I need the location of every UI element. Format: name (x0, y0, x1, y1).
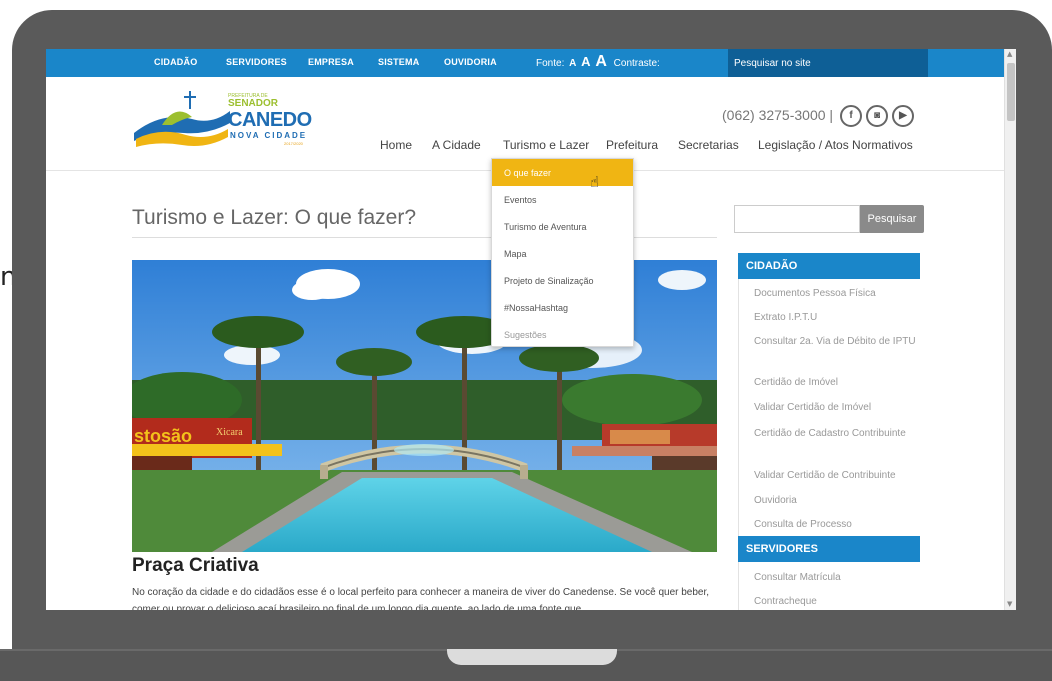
sidebar-item-validar-imovel[interactable]: Validar Certidão de Imóvel (754, 400, 920, 416)
topnav-sistema[interactable]: SISTEMA (378, 57, 419, 67)
dropdown-item-turismo-aventura[interactable]: Turismo de Aventura (492, 213, 633, 240)
section-title: Praça Criativa (132, 555, 259, 576)
sidebar-item-contracheque[interactable]: Contracheque (754, 594, 920, 610)
turismo-dropdown-menu: O que fazer Eventos Turismo de Aventura … (491, 158, 634, 347)
topnav-ouvidoria[interactable]: OUVIDORIA (444, 57, 497, 67)
font-size-controls: Fonte: A A A Contraste: (536, 53, 660, 71)
logo-nova-cidade-text: NOVA CIDADE (230, 131, 308, 140)
dropdown-item-sugestoes[interactable]: Sugestões (492, 321, 633, 348)
dropdown-item-eventos[interactable]: Eventos (492, 186, 633, 213)
sidebar-item-validar-contribuinte[interactable]: Validar Certidão de Contribuinte (754, 468, 920, 484)
dropdown-item-mapa[interactable]: Mapa (492, 240, 633, 267)
stage: n CIDADÃO SERVIDORES EMPRESA SISTEMA OUV… (0, 0, 1052, 681)
dropdown-item-projeto-sinalizacao[interactable]: Projeto de Sinalização (492, 267, 633, 294)
page-scrollbar[interactable]: ▲ ▼ (1004, 49, 1016, 610)
scroll-thumb[interactable] (1007, 63, 1015, 121)
topnav-empresa[interactable]: EMPRESA (308, 57, 354, 67)
sidebar-item-certidao-cadastro[interactable]: Certidão de Cadastro Contribuinte (754, 426, 920, 442)
section-paragraph: No coração da cidade e do cidadãos esse … (132, 587, 710, 610)
topnav-cidadao[interactable]: CIDADÃO (154, 57, 197, 67)
dropdown-item-o-que-fazer[interactable]: O que fazer (492, 159, 633, 186)
site-logo[interactable]: PREFEITURA DE SENADOR CANEDO NOVA CIDADE… (132, 89, 322, 161)
facebook-icon[interactable]: f (840, 105, 862, 127)
font-label: Fonte: (536, 58, 565, 69)
instagram-icon[interactable]: ◙ (866, 105, 888, 127)
nav-prefeitura[interactable]: Prefeitura (606, 138, 658, 152)
nav-a-cidade[interactable]: A Cidade (432, 138, 481, 152)
sidebar-search-button[interactable]: Pesquisar (860, 205, 924, 233)
youtube-icon[interactable]: ▶ (892, 105, 914, 127)
sidebar-heading-servidores[interactable]: SERVIDORES (738, 536, 920, 562)
font-large-button[interactable]: A (595, 53, 607, 70)
font-medium-button[interactable]: A (581, 54, 590, 69)
sidebar-item-2a-via-iptu[interactable]: Consultar 2a. Via de Débito de IPTU (754, 334, 920, 350)
nav-secretarias[interactable]: Secretarias (678, 138, 739, 152)
sidebar-heading-cidadao[interactable]: CIDADÃO (738, 253, 920, 279)
topnav-servidores[interactable]: SERVIDORES (226, 57, 287, 67)
nav-home[interactable]: Home (380, 138, 412, 152)
hand-pointer-icon: ☝ (590, 173, 600, 191)
browser-screen: CIDADÃO SERVIDORES EMPRESA SISTEMA OUVID… (46, 49, 1016, 610)
sidebar-item-ouvidoria[interactable]: Ouvidoria (754, 493, 920, 509)
site-search-input[interactable]: Pesquisar no site (728, 49, 928, 77)
photo-sign-text: stosão (134, 426, 192, 446)
phone-number: (062) 3275-3000 | (722, 107, 834, 123)
sidebar-item-consultar-matricula[interactable]: Consultar Matrícula (754, 570, 920, 586)
nav-turismo-lazer[interactable]: Turismo e Lazer (503, 138, 589, 152)
top-utility-bar: CIDADÃO SERVIDORES EMPRESA SISTEMA OUVID… (46, 49, 1004, 77)
sidebar-search-input[interactable] (734, 205, 860, 233)
logo-senador-text: SENADOR (228, 98, 279, 109)
logo-years-text: 2017/2020 (284, 141, 303, 146)
logo-canedo-text: CANEDO (228, 109, 312, 131)
sidebar-item-consulta-processo[interactable]: Consulta de Processo (754, 517, 920, 533)
scroll-down-arrow-icon[interactable]: ▼ (1007, 600, 1012, 608)
contrast-button[interactable]: Contraste: (614, 58, 660, 69)
sidebar-item-certidao-imovel[interactable]: Certidão de Imóvel (754, 375, 920, 391)
sidebar-item-documentos[interactable]: Documentos Pessoa Física (754, 286, 920, 302)
page-title: Turismo e Lazer: O que fazer? (132, 206, 417, 229)
nav-legislacao[interactable]: Legislação / Atos Normativos (758, 138, 913, 152)
dropdown-item-nossa-hashtag[interactable]: #NossaHashtag (492, 294, 633, 321)
font-small-button[interactable]: A (569, 58, 576, 69)
scroll-up-arrow-icon[interactable]: ▲ (1007, 50, 1012, 58)
sidebar-item-extrato-iptu[interactable]: Extrato I.P.T.U (754, 310, 920, 326)
laptop-notch (447, 649, 617, 665)
photo-sign-text-2: Xicara (216, 427, 243, 438)
logo-mark-icon (134, 91, 230, 147)
